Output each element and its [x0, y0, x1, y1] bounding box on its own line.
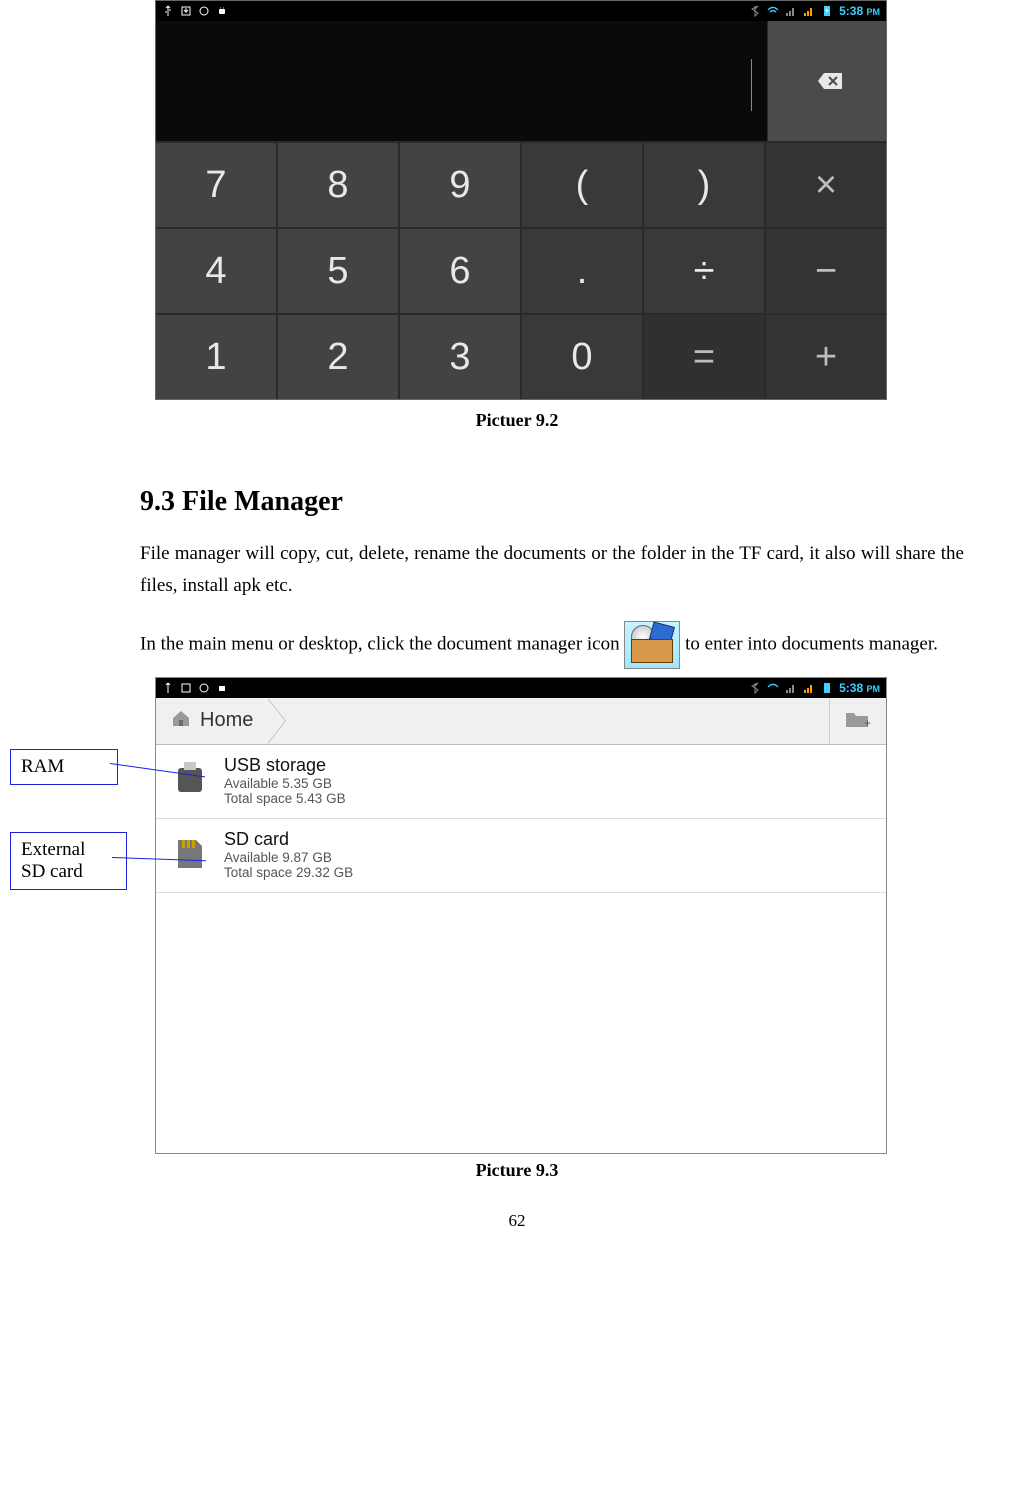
calculator-screenshot: 5:38 PM 789()× 456.÷− 1230=+ [155, 0, 887, 400]
calc-key-×[interactable]: × [766, 143, 886, 227]
calc-key-+[interactable]: + [766, 315, 886, 399]
battery-charging-icon [821, 5, 833, 17]
signal-1-icon [785, 5, 797, 17]
sync-icon [198, 5, 210, 17]
paragraph-2b: to enter into documents manager. [685, 633, 938, 654]
callout-sd: External SD card [10, 832, 127, 890]
calc-key-2[interactable]: 2 [278, 315, 398, 399]
new-folder-icon: + [844, 707, 872, 734]
section-heading: 9.3 File Manager [140, 486, 1034, 518]
figure-caption-9-2: Pictuer 9.2 [0, 410, 1034, 431]
file-manager-screenshot: 5:38 PM Home + USB storageAvailable 5.35 [155, 677, 887, 1154]
backspace-icon [810, 71, 844, 91]
calc-key-3[interactable]: 3 [400, 315, 520, 399]
sync-icon [198, 682, 210, 694]
signal-2-icon [803, 5, 815, 17]
status-bar: 5:38 PM [156, 1, 886, 21]
storage-item-sd[interactable]: SD cardAvailable 9.87 GBTotal space 29.3… [156, 819, 886, 893]
paragraph-2a: In the main menu or desktop, click the d… [140, 633, 624, 654]
sd-storage-icon [170, 836, 210, 872]
bluetooth-icon [749, 682, 761, 694]
breadcrumb-label: Home [200, 709, 253, 732]
android-icon [216, 682, 228, 694]
calc-key-0[interactable]: 0 [522, 315, 642, 399]
calc-key-=[interactable]: = [644, 315, 764, 399]
breadcrumb-home[interactable]: Home [156, 698, 267, 744]
storage-available: Available 5.35 GB [224, 776, 346, 791]
wifi-icon [767, 682, 779, 694]
backspace-button[interactable] [767, 21, 886, 141]
storage-total: Total space 29.32 GB [224, 865, 353, 880]
calc-key-1[interactable]: 1 [156, 315, 276, 399]
calc-key-6[interactable]: 6 [400, 229, 520, 313]
storage-list: USB storageAvailable 5.35 GBTotal space … [156, 745, 886, 893]
storage-total: Total space 5.43 GB [224, 791, 346, 806]
calc-key-.[interactable]: . [522, 229, 642, 313]
calc-key-7[interactable]: 7 [156, 143, 276, 227]
callout-ram: RAM [10, 749, 118, 785]
storage-item-text: USB storageAvailable 5.35 GBTotal space … [224, 755, 346, 806]
calculator-display[interactable] [156, 21, 886, 141]
cursor-icon [751, 59, 752, 111]
status-time: 5:38 PM [839, 4, 880, 18]
wifi-icon [767, 5, 779, 17]
calc-key-4[interactable]: 4 [156, 229, 276, 313]
calc-key-([interactable]: ( [522, 143, 642, 227]
usb-icon [162, 682, 174, 694]
bluetooth-icon [749, 5, 761, 17]
usb-icon [162, 5, 174, 17]
status-bar-fm: 5:38 PM [156, 678, 886, 698]
calc-key-÷[interactable]: ÷ [644, 229, 764, 313]
signal-2-icon [803, 682, 815, 694]
android-icon [216, 5, 228, 17]
page-number: 62 [0, 1211, 1034, 1231]
paragraph-2: In the main menu or desktop, click the d… [140, 621, 964, 669]
calc-key-8[interactable]: 8 [278, 143, 398, 227]
download-icon [180, 5, 192, 17]
storage-title: SD card [224, 829, 353, 850]
storage-item-usb[interactable]: USB storageAvailable 5.35 GBTotal space … [156, 745, 886, 819]
empty-area [156, 893, 886, 1153]
usb-storage-icon [170, 762, 210, 798]
calculator-keypad: 789()× 456.÷− 1230=+ [156, 141, 886, 399]
battery-charging-icon [821, 682, 833, 694]
file-manager-app-icon [624, 621, 680, 669]
svg-text:+: + [864, 716, 871, 729]
download-icon [180, 682, 192, 694]
new-folder-button[interactable]: + [829, 698, 886, 744]
file-manager-header: Home + [156, 698, 886, 745]
home-icon [170, 708, 192, 734]
calc-key-5[interactable]: 5 [278, 229, 398, 313]
signal-1-icon [785, 682, 797, 694]
storage-available: Available 9.87 GB [224, 850, 353, 865]
status-time: 5:38 PM [839, 681, 880, 695]
calc-key-)[interactable]: ) [644, 143, 764, 227]
storage-item-text: SD cardAvailable 9.87 GBTotal space 29.3… [224, 829, 353, 880]
paragraph-1: File manager will copy, cut, delete, ren… [140, 538, 964, 603]
storage-title: USB storage [224, 755, 346, 776]
calc-key-9[interactable]: 9 [400, 143, 520, 227]
figure-caption-9-3: Picture 9.3 [0, 1160, 1034, 1181]
calc-key-−[interactable]: − [766, 229, 886, 313]
